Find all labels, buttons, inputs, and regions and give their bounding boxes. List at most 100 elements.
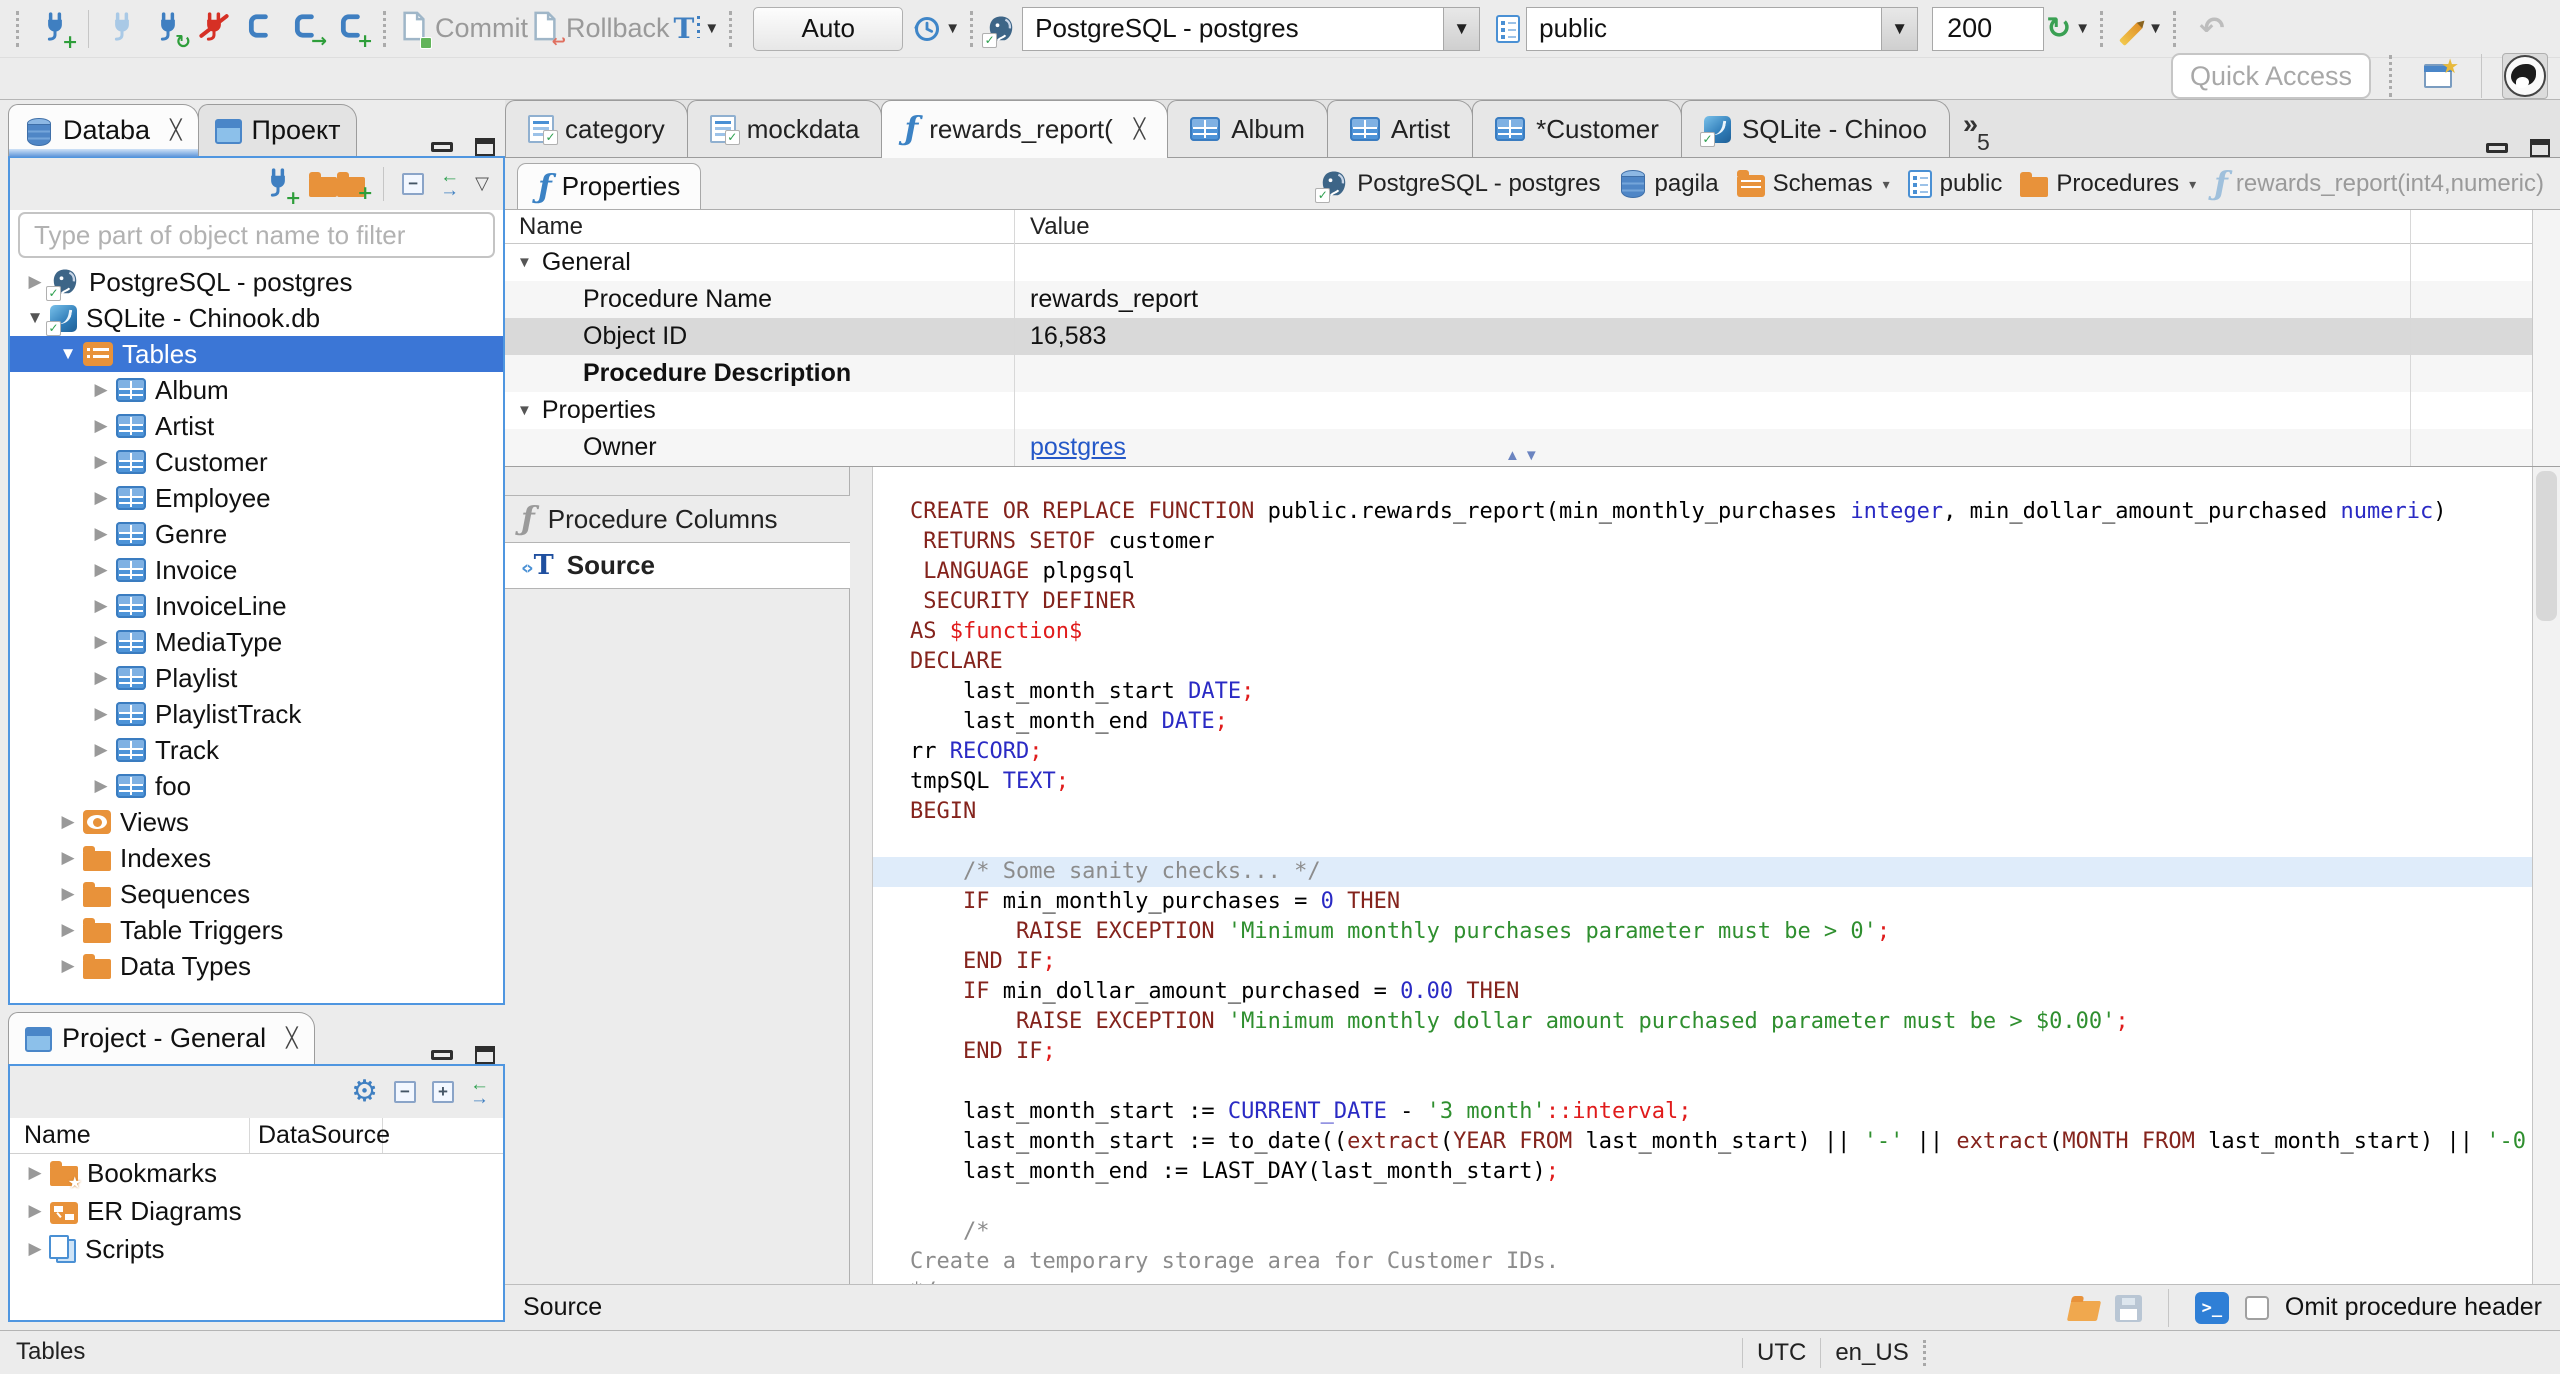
link-with-editor-button[interactable]: ← → bbox=[440, 167, 459, 200]
maximize-icon[interactable] bbox=[2530, 139, 2550, 157]
expander-icon[interactable]: ▶ bbox=[86, 416, 116, 436]
owner-link[interactable]: postgres bbox=[1030, 433, 1126, 461]
combo-arrow-icon[interactable]: ▼ bbox=[1443, 7, 1480, 50]
tree-item-foo[interactable]: ▶ foo bbox=[10, 768, 503, 804]
tree-item-employee[interactable]: ▶ Employee bbox=[10, 480, 503, 516]
generate-mock-data-button[interactable]: ▼ bbox=[2118, 6, 2163, 52]
disconnect-button[interactable] bbox=[193, 6, 235, 52]
combo-arrow-icon[interactable]: ▼ bbox=[1881, 7, 1918, 50]
expander-icon[interactable]: ▶ bbox=[20, 1163, 50, 1183]
breadcrumb-item-rewards-report-int4-numeric[interactable]: ƒ rewards_report(int4,numeric) bbox=[2214, 167, 2544, 201]
maximize-icon[interactable] bbox=[475, 138, 495, 156]
connection-selector[interactable]: PostgreSQL - postgres ▼ bbox=[1022, 6, 1481, 51]
property-row-general[interactable]: ▼ General bbox=[505, 244, 2560, 281]
column-datasource[interactable]: DataSource bbox=[250, 1118, 390, 1153]
editor-tab-category[interactable]: ✓ category bbox=[505, 100, 688, 157]
property-row-object-id[interactable]: Object ID 16,583 bbox=[505, 318, 2560, 355]
quick-access-input[interactable]: Quick Access bbox=[2171, 53, 2371, 99]
breadcrumb-item-postgresql-postgres[interactable]: ✓ PostgreSQL - postgres bbox=[1315, 169, 1601, 203]
sash-arrows[interactable]: ▲▼ bbox=[1505, 447, 1543, 464]
close-icon[interactable]: ╳ bbox=[1134, 119, 1145, 139]
editor-tab-rewards-report[interactable]: ƒ rewards_report(╳ bbox=[881, 100, 1169, 158]
minimize-icon[interactable] bbox=[431, 1050, 453, 1060]
close-icon[interactable]: ╳ bbox=[170, 121, 181, 140]
expander-icon[interactable]: ▶ bbox=[86, 524, 116, 544]
expander-icon[interactable]: ▶ bbox=[53, 956, 83, 976]
toolbar-drag-handle[interactable] bbox=[383, 10, 389, 47]
property-row-procedure-name[interactable]: Procedure Name rewards_report bbox=[505, 281, 2560, 318]
expander-icon[interactable]: ▼ bbox=[53, 344, 83, 364]
status-timezone[interactable]: UTC bbox=[1757, 1339, 1806, 1367]
tree-item-genre[interactable]: ▶ Genre bbox=[10, 516, 503, 552]
column-divider[interactable] bbox=[2410, 210, 2411, 466]
new-folder-button[interactable]: + bbox=[309, 171, 373, 202]
tree-item-sequences[interactable]: ▶ Sequences bbox=[10, 876, 503, 912]
fetch-size-input[interactable]: 200 bbox=[1932, 6, 2045, 51]
tree-item-artist[interactable]: ▶ Artist bbox=[10, 408, 503, 444]
expander-icon[interactable]: ▶ bbox=[86, 632, 116, 652]
subtab-procedure-columns[interactable]: ƒ Procedure Columns bbox=[505, 495, 850, 542]
sql-editor-button[interactable] bbox=[239, 6, 281, 52]
collapse-all-button[interactable]: − bbox=[394, 1081, 416, 1103]
omit-procedure-header-checkbox[interactable] bbox=[2244, 1295, 2269, 1320]
collapse-all-button[interactable]: − bbox=[402, 173, 425, 195]
object-filter-input[interactable] bbox=[18, 212, 495, 258]
expander-icon[interactable]: ▶ bbox=[86, 560, 116, 580]
tree-item-customer[interactable]: ▶ Customer bbox=[10, 444, 503, 480]
chevron-down-icon[interactable]: ▾ bbox=[1883, 176, 1890, 193]
tree-item-sqlite-chinook-db[interactable]: ▼ ✓ SQLite - Chinook.db bbox=[10, 300, 503, 336]
toolbar-drag-handle[interactable] bbox=[2172, 10, 2179, 47]
code-scrollbar[interactable] bbox=[2532, 467, 2560, 1284]
status-locale[interactable]: en_US bbox=[1835, 1339, 1908, 1367]
tab-project-explorer[interactable]: Проект bbox=[197, 104, 358, 156]
grid-column-name[interactable]: Name bbox=[505, 213, 1014, 241]
toolbar-drag-handle[interactable] bbox=[2100, 10, 2106, 47]
grid-column-value[interactable]: Value bbox=[1014, 213, 1090, 241]
grid-scrollbar[interactable] bbox=[2532, 210, 2560, 466]
toolbar-drag-handle[interactable] bbox=[970, 10, 976, 47]
commit-button[interactable]: Commit bbox=[401, 6, 528, 52]
transaction-mode-button[interactable]: T ▼ bbox=[674, 6, 720, 52]
project-column-headers[interactable]: Name DataSource bbox=[10, 1118, 503, 1154]
toolbar-drag-handle[interactable] bbox=[729, 10, 735, 47]
chevron-down-icon[interactable]: ▾ bbox=[2189, 176, 2196, 193]
minimize-icon[interactable] bbox=[2486, 143, 2508, 153]
dbeaver-perspective-button[interactable] bbox=[2502, 53, 2548, 99]
tree-item-playlist[interactable]: ▶ Playlist bbox=[10, 660, 503, 696]
breadcrumb-item-schemas[interactable]: Schemas ▾ bbox=[1736, 169, 1890, 198]
save-to-file-button[interactable] bbox=[2114, 1293, 2142, 1322]
close-icon[interactable]: ╳ bbox=[286, 1029, 297, 1048]
tab-project-general[interactable]: Project - General ╳ bbox=[8, 1012, 315, 1064]
undo-button[interactable]: ↶ bbox=[2191, 6, 2233, 52]
expander-icon[interactable]: ▶ bbox=[86, 488, 116, 508]
tree-item-mediatype[interactable]: ▶ MediaType bbox=[10, 624, 503, 660]
tree-item-postgresql-postgres[interactable]: ▶ ✓ PostgreSQL - postgres bbox=[10, 264, 503, 301]
expander-icon[interactable]: ▼ bbox=[517, 254, 532, 271]
toolbar-drag-handle[interactable] bbox=[16, 10, 22, 47]
tab-properties[interactable]: ƒ Properties bbox=[517, 163, 702, 209]
expander-icon[interactable]: ▶ bbox=[86, 596, 116, 616]
expander-icon[interactable]: ▶ bbox=[86, 380, 116, 400]
refresh-button[interactable]: ↻ ▼ bbox=[2046, 6, 2090, 52]
toolbar-drag-handle[interactable] bbox=[2389, 55, 2395, 97]
link-with-editor-button[interactable]: ← → bbox=[470, 1075, 489, 1108]
expander-icon[interactable]: ▶ bbox=[53, 812, 83, 832]
subtab-source[interactable]: ‹› T Source bbox=[505, 542, 850, 589]
open-sql-script-button[interactable]: → bbox=[285, 6, 327, 52]
transaction-log-button[interactable]: ▼ bbox=[913, 6, 960, 52]
reconnect-button[interactable]: ↻ bbox=[147, 6, 191, 52]
settings-gear-button[interactable]: ⚙ bbox=[351, 1077, 378, 1107]
new-sql-editor-button[interactable]: + bbox=[331, 6, 373, 52]
tree-item-playlisttrack[interactable]: ▶ PlaylistTrack bbox=[10, 696, 503, 732]
breadcrumb-item-procedures[interactable]: Procedures ▾ bbox=[2020, 170, 2196, 198]
editor-tab-mockdata[interactable]: ✓ mockdata bbox=[686, 100, 883, 157]
property-row-properties[interactable]: ▼ Properties bbox=[505, 392, 2560, 429]
tree-item-table-triggers[interactable]: ▶ Table Triggers bbox=[10, 912, 503, 948]
expander-icon[interactable]: ▶ bbox=[53, 848, 83, 868]
editor-tab-sqlite-chinoo[interactable]: ✓ SQLite - Chinoo bbox=[1680, 100, 1950, 157]
maximize-icon[interactable] bbox=[475, 1046, 495, 1064]
project-item-bookmarks[interactable]: ▶ ★ Bookmarks bbox=[10, 1154, 503, 1192]
expander-icon[interactable]: ▶ bbox=[53, 884, 83, 904]
property-row-procedure-description[interactable]: Procedure Description bbox=[505, 355, 2560, 392]
editor-tab-artist[interactable]: Artist bbox=[1326, 100, 1474, 157]
